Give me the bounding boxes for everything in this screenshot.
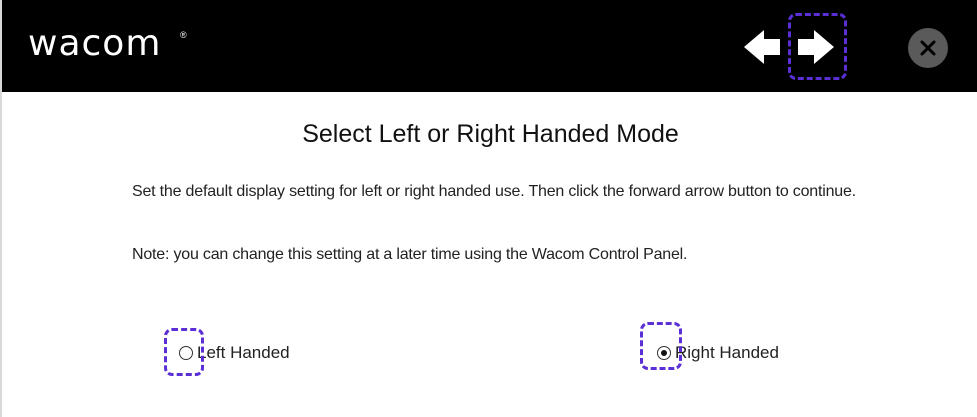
- header-bar: wacom ®: [2, 0, 977, 92]
- left-arrow-icon: [744, 30, 780, 64]
- wacom-logo: wacom: [28, 23, 162, 64]
- right-handed-highlight: [640, 322, 682, 370]
- note-text: Note: you can change this setting at a l…: [132, 246, 688, 263]
- left-handed-highlight: [164, 328, 204, 376]
- close-button[interactable]: [908, 28, 948, 68]
- close-icon: [920, 40, 936, 56]
- setup-window: wacom ® Select Left or Right Handed Mode…: [0, 0, 977, 417]
- right-handed-label: Right Handed: [675, 343, 779, 362]
- forward-button-highlight: [788, 13, 847, 80]
- left-handed-label: Left Handed: [197, 343, 290, 362]
- back-button[interactable]: [738, 22, 788, 72]
- page-title: Select Left or Right Handed Mode: [302, 120, 679, 148]
- instructions-text: Set the default display setting for left…: [132, 183, 856, 200]
- registered-mark: ®: [180, 30, 187, 40]
